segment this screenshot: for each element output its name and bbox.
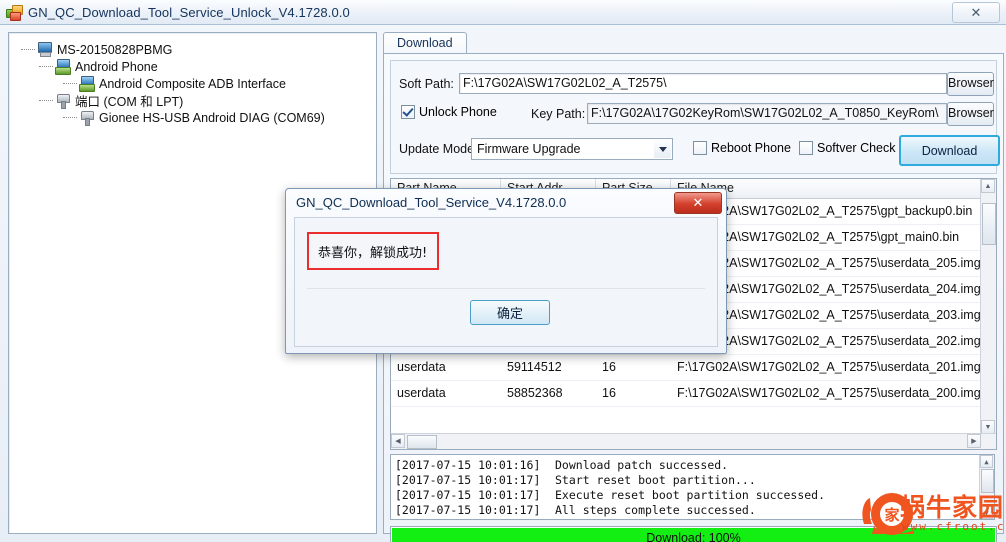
tree-node-gionee-diag[interactable]: Gionee HS-USB Android DIAG (COM69)	[17, 109, 372, 126]
device-tree: MS-20150828PBMG Android Phone Android Co…	[9, 33, 376, 126]
key-path-label: Key Path:	[531, 107, 586, 121]
update-mode-value: Firmware Upgrade	[477, 142, 581, 156]
table-horizontal-scrollbar[interactable]: ◀ ▶	[391, 433, 996, 449]
log-message: Start reset boot partition...	[555, 473, 756, 487]
tree-node-label: Gionee HS-USB Android DIAG (COM69)	[99, 110, 325, 125]
cell-part-name: userdata	[397, 360, 446, 374]
dialog-divider	[307, 288, 705, 289]
scroll-thumb[interactable]	[982, 203, 996, 245]
tab-strip: Download	[383, 32, 1002, 54]
window-title-bar: GN_QC_Download_Tool_Service_Unlock_V4.17…	[0, 0, 1006, 25]
tab-download[interactable]: Download	[383, 32, 467, 54]
log-timestamp: [2017-07-15 10:01:17]	[395, 473, 541, 487]
tree-connector	[63, 82, 77, 85]
cell-start-addr: 58852368	[507, 386, 563, 400]
update-mode-select[interactable]: Firmware Upgrade	[471, 138, 673, 160]
tree-connector	[39, 65, 53, 68]
cell-part-name: userdata	[397, 386, 446, 400]
dialog-title: GN_QC_Download_Tool_Service_V4.1728.0.0	[296, 195, 567, 210]
tree-node-ports[interactable]: 端口 (COM 和 LPT)	[17, 92, 372, 109]
log-message: Download patch successed.	[555, 458, 729, 472]
key-path-input[interactable]: F:\17G02A\17G02KeyRom\SW17G02L02_A_T0850…	[587, 103, 947, 124]
tree-node-adb-interface[interactable]: Android Composite ADB Interface	[17, 75, 372, 92]
checkbox-box	[799, 141, 813, 155]
android-device-icon	[78, 76, 95, 92]
progress-label: Download: 100%	[646, 530, 741, 542]
download-button[interactable]: Download	[899, 135, 1000, 166]
log-line: [2017-07-15 10:01:16] Download patch succ…	[395, 458, 990, 473]
tree-node-label: 端口 (COM 和 LPT)	[75, 95, 184, 109]
window-close-button[interactable]: ✕	[952, 2, 1000, 23]
checkbox-box	[401, 105, 415, 119]
log-timestamp: [2017-07-15 10:01:17]	[395, 488, 541, 502]
scroll-thumb[interactable]	[981, 469, 994, 493]
update-mode-label: Update Mode:	[399, 142, 478, 156]
port-icon	[54, 93, 71, 109]
softver-check-label: Softver Check	[817, 141, 896, 155]
cell-part-size: 16	[602, 386, 616, 400]
android-device-icon	[54, 59, 71, 75]
table-row[interactable]: userdata 59114512 16 F:\17G02A\SW17G02L0…	[391, 355, 996, 381]
unlock-success-dialog: GN_QC_Download_Tool_Service_V4.1728.0.0 …	[285, 188, 727, 354]
unlock-phone-label: Unlock Phone	[419, 105, 497, 119]
scroll-down-icon[interactable]: ▼	[980, 506, 993, 519]
scroll-up-icon[interactable]: ▲	[981, 179, 995, 193]
checkbox-box	[693, 141, 707, 155]
log-message: Execute reset boot partition successed.	[555, 488, 826, 502]
soft-path-label: Soft Path:	[399, 77, 454, 91]
log-line: [2017-07-15 10:01:17] Start reset boot pa…	[395, 473, 990, 488]
table-row[interactable]: userdata 58852368 16 F:\17G02A\SW17G02L0…	[391, 381, 996, 407]
tree-node-computer[interactable]: MS-20150828PBMG	[17, 41, 372, 58]
tree-node-label: Android Composite ADB Interface	[99, 76, 286, 91]
log-line: [2017-07-15 10:01:17] All steps complete …	[395, 503, 990, 518]
application-window: GN_QC_Download_Tool_Service_Unlock_V4.17…	[0, 0, 1006, 542]
cell-file-name: F:\17G02A\SW17G02L02_A_T2575\userdata_20…	[677, 386, 981, 400]
soft-path-input[interactable]: F:\17G02A\SW17G02L02_A_T2575\	[459, 73, 947, 94]
window-title: GN_QC_Download_Tool_Service_Unlock_V4.17…	[28, 4, 350, 20]
soft-path-browser-button[interactable]: Browser	[947, 72, 994, 96]
reboot-phone-checkbox[interactable]: Reboot Phone	[693, 141, 791, 155]
path-settings-group: Soft Path: F:\17G02A\SW17G02L02_A_T2575\…	[390, 60, 1000, 174]
scroll-right-icon[interactable]: ▶	[967, 434, 981, 448]
log-line: [2017-07-15 10:01:17] Execute reset boot …	[395, 488, 990, 503]
dialog-message: 恭喜你，解锁成功!	[307, 232, 439, 270]
log-timestamp: [2017-07-15 10:01:17]	[395, 503, 541, 517]
scroll-up-icon[interactable]: ▲	[980, 455, 993, 468]
log-vertical-scrollbar[interactable]: ▲ ▼	[979, 455, 994, 519]
tree-node-android-phone[interactable]: Android Phone	[17, 58, 372, 75]
log-timestamp: [2017-07-15 10:01:16]	[395, 458, 541, 472]
tree-connector	[63, 116, 77, 119]
reboot-phone-label: Reboot Phone	[711, 141, 791, 155]
table-vertical-scrollbar[interactable]: ▲ ▼	[980, 179, 996, 449]
tree-connector	[21, 48, 35, 51]
scroll-left-icon[interactable]: ◀	[391, 434, 405, 448]
cell-part-size: 16	[602, 360, 616, 374]
computer-icon	[36, 42, 53, 57]
tree-node-label: MS-20150828PBMG	[57, 42, 173, 57]
key-path-browser-button[interactable]: Browser	[947, 102, 994, 126]
dialog-body: 恭喜你，解锁成功! 确定	[294, 217, 718, 347]
cell-start-addr: 59114512	[507, 360, 562, 374]
log-output[interactable]: [2017-07-15 10:01:16] Download patch succ…	[390, 454, 995, 520]
dialog-close-button[interactable]: ✕	[674, 192, 722, 214]
tree-node-label: Android Phone	[75, 59, 158, 74]
port-icon	[78, 110, 95, 126]
download-progress-bar: Download: 100%	[390, 526, 997, 542]
scroll-down-icon[interactable]: ▼	[981, 420, 995, 434]
chevron-down-icon[interactable]	[654, 140, 671, 158]
tree-connector	[39, 99, 53, 102]
cell-file-name: F:\17G02A\SW17G02L02_A_T2575\userdata_20…	[677, 360, 981, 374]
scroll-thumb-horizontal[interactable]	[407, 435, 437, 449]
log-message: All steps complete successed.	[555, 503, 756, 517]
dialog-ok-button[interactable]: 确定	[470, 300, 550, 325]
softver-check-checkbox[interactable]: Softver Check	[799, 141, 896, 155]
app-blocks-icon	[6, 4, 23, 21]
unlock-phone-checkbox[interactable]: Unlock Phone	[401, 105, 497, 119]
